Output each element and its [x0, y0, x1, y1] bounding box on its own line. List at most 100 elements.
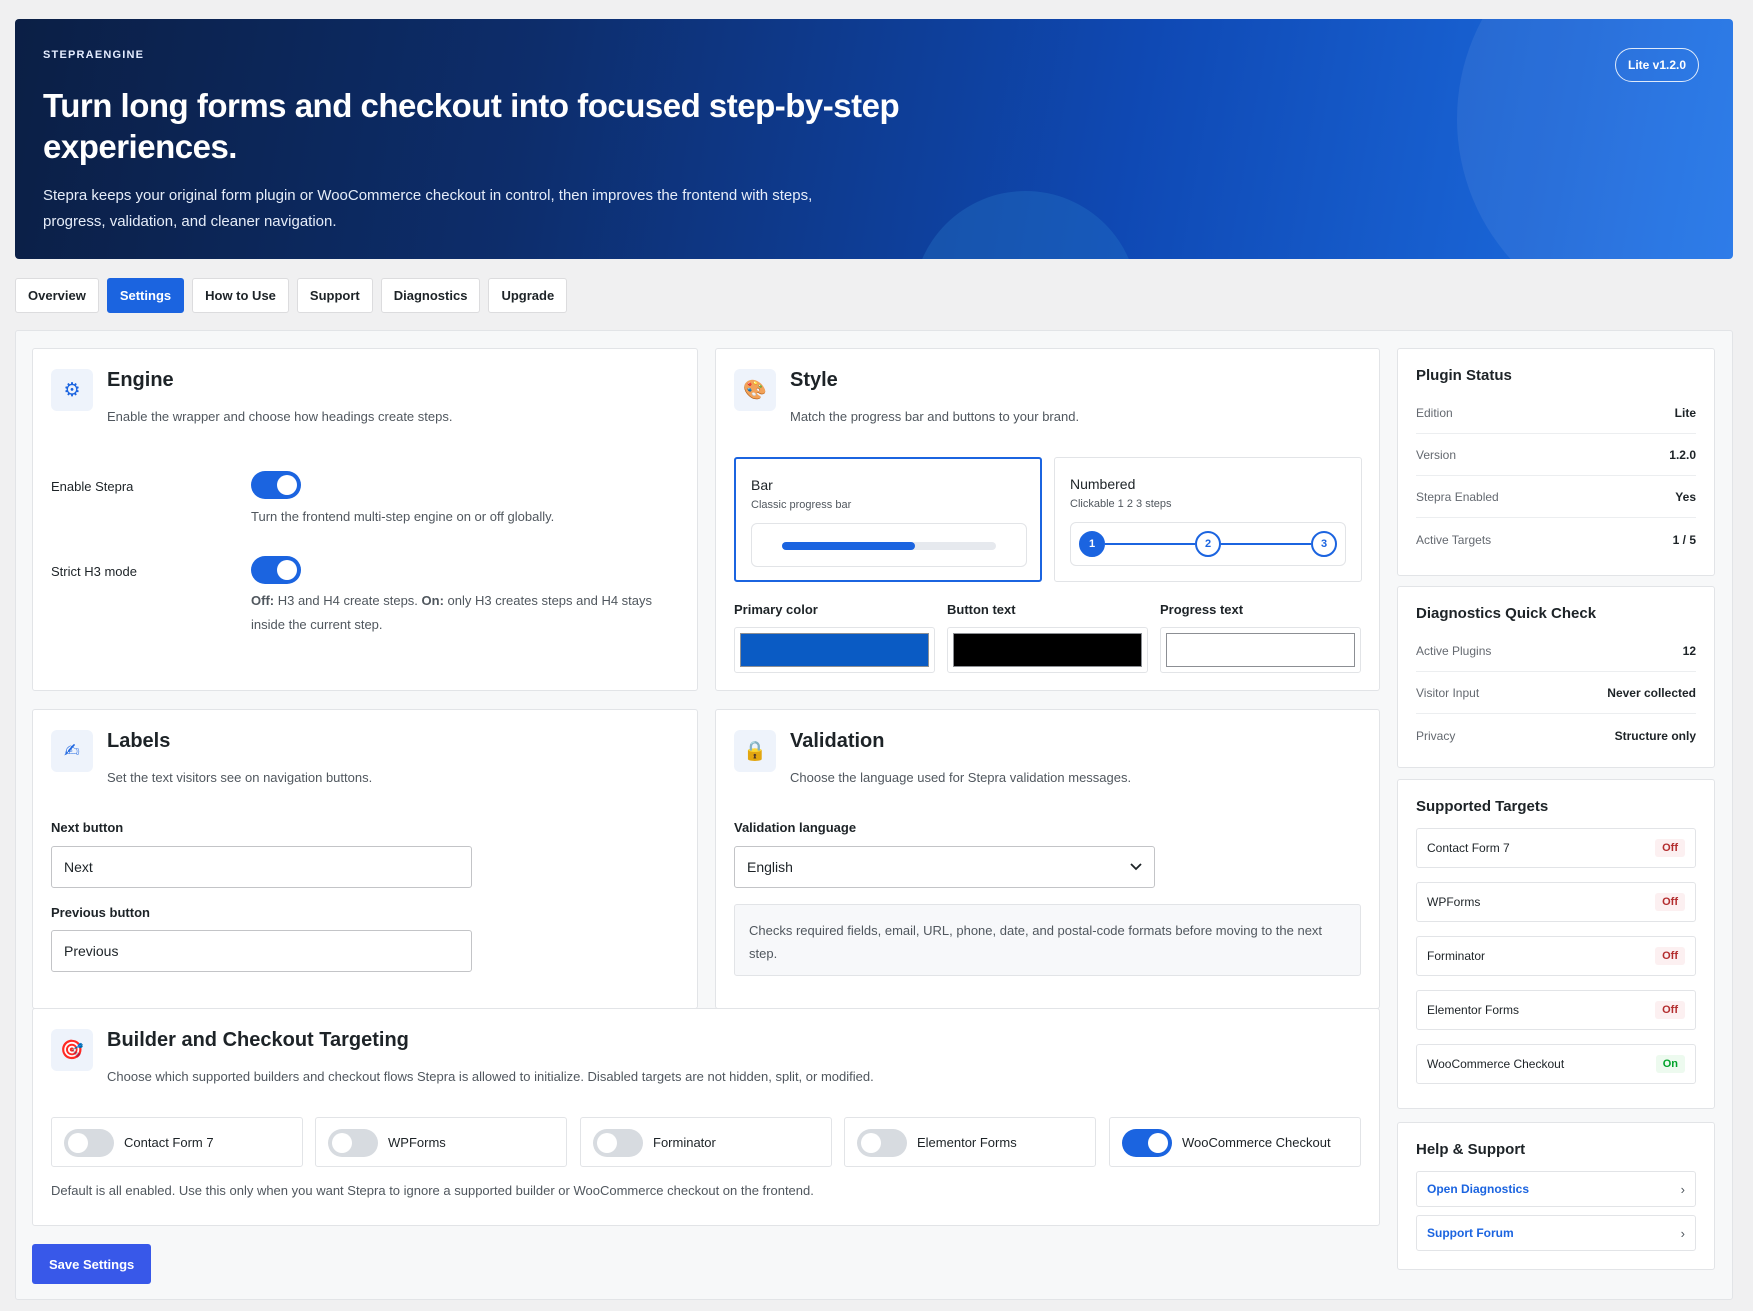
status-badge: Off — [1655, 893, 1685, 911]
supported-target-row: WPForms Off — [1416, 882, 1696, 922]
status-badge: Off — [1655, 1001, 1685, 1019]
supported-targets-card: Supported Targets Contact Form 7 Off WPFo… — [1397, 779, 1715, 1109]
tab-diagnostics[interactable]: Diagnostics — [380, 278, 481, 313]
button-text-color-swatch — [953, 633, 1142, 667]
link-label: Support Forum — [1427, 1226, 1514, 1240]
save-settings-button[interactable]: Save Settings — [32, 1244, 152, 1284]
supported-target-row: Elementor Forms Off — [1416, 990, 1696, 1030]
style-subtitle: Match the progress bar and buttons to yo… — [790, 409, 1080, 424]
status-row: Stepra Enabled Yes — [1416, 477, 1696, 518]
option-desc: Clickable 1 2 3 steps — [1070, 498, 1172, 510]
decorative-circle — [913, 191, 1138, 259]
option-title: Bar — [751, 477, 773, 493]
diagnostics-row: Active Plugins 12 — [1416, 631, 1696, 672]
diagnostics-row: Privacy Structure only — [1416, 715, 1696, 756]
supported-target-row: Forminator Off — [1416, 936, 1696, 976]
style-card: 🎨 Style Match the progress bar and butto… — [715, 348, 1380, 691]
validation-language-select[interactable]: English — [734, 846, 1155, 888]
target-name: WPForms — [1427, 895, 1481, 909]
target-elementor-forms[interactable]: Elementor Forms — [844, 1117, 1096, 1167]
previous-button-input[interactable] — [51, 930, 472, 972]
chevron-right-icon: › — [1680, 1225, 1685, 1241]
palette-icon: 🎨 — [734, 369, 776, 411]
strict-on-label: On: — [421, 593, 444, 608]
status-value: 1 / 5 — [1672, 532, 1696, 547]
target-toggle[interactable] — [1122, 1129, 1172, 1157]
target-wpforms[interactable]: WPForms — [315, 1117, 567, 1167]
bar-preview — [751, 523, 1027, 567]
style-option-bar[interactable]: Bar Classic progress bar — [734, 457, 1042, 582]
numbered-preview: 1 2 3 — [1070, 522, 1346, 566]
strict-h3-toggle[interactable] — [251, 556, 301, 584]
step-dot: 2 — [1195, 531, 1221, 557]
diagnostics-key: Visitor Input — [1416, 686, 1480, 700]
progress-text-color-picker[interactable] — [1160, 627, 1361, 673]
help-support-title: Help & Support — [1416, 1141, 1526, 1158]
step-dot: 3 — [1311, 531, 1337, 557]
target-label: Contact Form 7 — [124, 1135, 214, 1150]
status-badge: On — [1655, 1055, 1685, 1073]
strict-h3-help: Off: H3 and H4 create steps. On: only H3… — [251, 589, 681, 637]
previous-button-label: Previous button — [51, 905, 150, 920]
option-desc: Classic progress bar — [751, 499, 852, 511]
hero-lead: Stepra keeps your original form plugin o… — [43, 187, 813, 230]
validation-title: Validation — [790, 730, 885, 752]
tab-how-to-use[interactable]: How to Use — [192, 278, 289, 313]
labels-title: Labels — [107, 730, 171, 752]
supported-target-row: Contact Form 7 Off — [1416, 828, 1696, 868]
engine-subtitle: Enable the wrapper and choose how headin… — [107, 409, 453, 424]
support-forum-link[interactable]: Support Forum › — [1416, 1215, 1696, 1251]
selected-language: English — [747, 859, 793, 875]
status-row: Active Targets 1 / 5 — [1416, 519, 1696, 560]
next-button-input[interactable] — [51, 846, 472, 888]
step-dot: 1 — [1079, 531, 1105, 557]
tab-support[interactable]: Support — [296, 278, 373, 313]
diagnostics-value: 12 — [1682, 644, 1696, 658]
status-badge: Off — [1655, 839, 1685, 857]
diagnostics-value: Never collected — [1607, 686, 1696, 700]
status-key: Version — [1416, 448, 1457, 462]
tab-bar: Overview Settings How to Use Support Dia… — [15, 278, 568, 313]
target-label: WPForms — [388, 1135, 446, 1150]
button-text-color-picker[interactable] — [947, 627, 1148, 673]
target-name: WooCommerce Checkout — [1427, 1057, 1565, 1071]
target-name: Elementor Forms — [1427, 1003, 1520, 1017]
option-title: Numbered — [1070, 476, 1136, 492]
target-icon: 🎯 — [51, 1029, 93, 1071]
open-diagnostics-link[interactable]: Open Diagnostics › — [1416, 1171, 1696, 1207]
status-value: Lite — [1674, 406, 1696, 420]
tab-upgrade[interactable]: Upgrade — [488, 278, 568, 313]
status-row: Edition Lite — [1416, 393, 1696, 434]
style-option-numbered[interactable]: Numbered Clickable 1 2 3 steps 1 2 3 — [1054, 457, 1362, 582]
primary-color-picker[interactable] — [734, 627, 935, 673]
plugin-status-title: Plugin Status — [1416, 367, 1512, 384]
target-toggle[interactable] — [64, 1129, 114, 1157]
supported-target-row: WooCommerce Checkout On — [1416, 1044, 1696, 1084]
enable-stepra-label: Enable Stepra — [51, 479, 134, 494]
status-value: Yes — [1675, 490, 1696, 504]
tab-overview[interactable]: Overview — [15, 278, 99, 313]
targeting-title: Builder and Checkout Targeting — [107, 1029, 409, 1051]
brand-name: STEPRAENGINE — [43, 49, 145, 61]
target-forminator[interactable]: Forminator — [580, 1117, 832, 1167]
plugin-status-card: Plugin Status Edition Lite Version 1.2.0 S… — [1397, 348, 1715, 576]
target-woocommerce-checkout[interactable]: WooCommerce Checkout — [1109, 1117, 1361, 1167]
validation-language-label: Validation language — [734, 820, 857, 835]
targeting-subtitle: Choose which supported builders and chec… — [107, 1069, 874, 1084]
enable-stepra-toggle[interactable] — [251, 471, 301, 499]
validation-info: Checks required fields, email, URL, phon… — [734, 904, 1361, 976]
target-label: Elementor Forms — [917, 1135, 1017, 1150]
hero-title: Turn long forms and checkout into focuse… — [43, 87, 900, 165]
status-value: 1.2.0 — [1669, 448, 1696, 462]
validation-card: 🔒 Validation Choose the language used fo… — [715, 709, 1380, 1009]
tab-settings[interactable]: Settings — [106, 278, 185, 313]
target-toggle[interactable] — [328, 1129, 378, 1157]
strict-off-text: H3 and H4 create steps. — [274, 593, 422, 608]
target-toggle[interactable] — [593, 1129, 643, 1157]
link-label: Open Diagnostics — [1427, 1182, 1530, 1196]
next-button-label: Next button — [51, 820, 124, 835]
target-toggle[interactable] — [857, 1129, 907, 1157]
diagnostics-value: Structure only — [1614, 728, 1696, 743]
target-contact-form-7[interactable]: Contact Form 7 — [51, 1117, 303, 1167]
engine-card: ⚙ Engine Enable the wrapper and choose h… — [32, 348, 698, 691]
